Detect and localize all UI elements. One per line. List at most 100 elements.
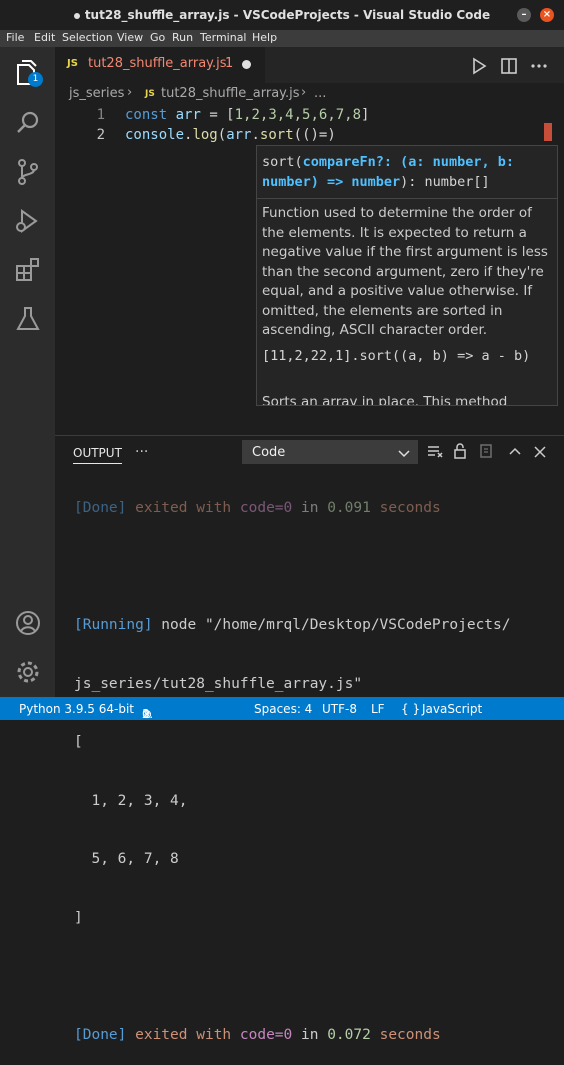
source-control-button[interactable]: [12, 156, 44, 188]
chevron-down-icon: [398, 450, 410, 458]
encoding[interactable]: UTF-8: [322, 702, 357, 716]
search-button[interactable]: [12, 107, 44, 139]
log-token: [Done]: [74, 1026, 127, 1043]
menu-view[interactable]: View: [117, 31, 143, 44]
title-bar: tut28_shuffle_array.js - VSCodeProjects …: [0, 0, 564, 30]
signature-name: sort(: [262, 154, 303, 170]
language-mode[interactable]: JavaScript: [422, 702, 482, 716]
more-actions-icon[interactable]: [529, 56, 549, 76]
code-token: 1,2,3,4,5,6,7,8: [234, 107, 362, 123]
log-line: 1, 2, 3, 4,: [74, 792, 188, 809]
log-token: 0.072: [327, 1026, 371, 1043]
run-file-icon[interactable]: [469, 56, 489, 76]
run-debug-button[interactable]: [12, 205, 44, 237]
python-interpreter[interactable]: Python 3.9.5 64-bit: [19, 702, 134, 716]
account-icon: [16, 611, 40, 635]
code-token: log: [192, 127, 218, 143]
code-token: const: [125, 107, 168, 123]
code-token: (: [217, 127, 227, 143]
line-number: 1: [96, 107, 105, 123]
menu-file[interactable]: File: [6, 31, 24, 44]
braces-icon: { }: [401, 702, 421, 716]
log-token: seconds: [370, 1026, 441, 1043]
line-number: 2: [96, 127, 105, 143]
code-token: ]: [361, 107, 370, 123]
tab-label: tut28_shuffle_array.js: [88, 56, 227, 71]
accounts-button[interactable]: [12, 607, 44, 639]
chevron-right-icon: ›: [301, 85, 307, 100]
warning-count: 0: [142, 707, 150, 721]
explorer-button[interactable]: 1: [12, 58, 44, 90]
breadcrumb-more[interactable]: ...: [314, 86, 326, 101]
log-line-running: [Running] node "/home/mrql/Desktop/VSCod…: [74, 616, 554, 636]
panel-more-icon[interactable]: ···: [135, 444, 148, 460]
breadcrumb-file[interactable]: tut28_shuffle_array.js: [161, 86, 300, 101]
close-panel-icon[interactable]: [532, 444, 548, 460]
output-channel-select[interactable]: Code: [242, 440, 418, 464]
window-title-text: tut28_shuffle_array.js - VSCodeProjects …: [84, 8, 491, 22]
log-token: exited with: [126, 500, 240, 516]
breadcrumb-folder[interactable]: js_series: [69, 86, 124, 101]
menu-run[interactable]: Run: [172, 31, 193, 44]
menu-terminal[interactable]: Terminal: [200, 31, 247, 44]
extensions-icon: [16, 258, 39, 281]
log-line: ]: [74, 909, 83, 926]
open-in-editor-icon[interactable]: [478, 443, 494, 459]
log-line-running-path: js_series/tut28_shuffle_array.js": [74, 675, 554, 695]
code-token: = [: [200, 107, 235, 123]
log-line: [: [74, 734, 83, 750]
tab-tut28-shuffle-array[interactable]: JS tut28_shuffle_array.js 1: [55, 47, 265, 83]
search-icon: [17, 111, 39, 133]
testing-icon: [16, 307, 40, 330]
js-file-icon: JS: [145, 89, 155, 99]
testing-button[interactable]: [12, 303, 44, 335]
divider: [257, 198, 557, 199]
manage-button[interactable]: [12, 656, 44, 688]
log-line-done: [Done] exited with code=0 in 0.072 secon…: [74, 1026, 554, 1046]
activity-bar: 1: [0, 47, 55, 697]
close-window-button[interactable]: ×: [540, 8, 554, 22]
code-token: sort: [259, 127, 294, 143]
log-token: [Done]: [74, 500, 127, 516]
doc-description: Function used to determine the order of …: [262, 205, 548, 338]
log-token: in: [292, 500, 328, 516]
log-token: 0.091: [327, 500, 371, 516]
window-title: tut28_shuffle_array.js - VSCodeProjects …: [0, 8, 564, 22]
output-log: [Done] exited with code=0 in 0.091 secon…: [74, 462, 554, 1065]
log-token: code=0: [239, 500, 293, 516]
menu-edit[interactable]: Edit: [34, 31, 55, 44]
log-token: [Running]: [74, 617, 153, 633]
menu-help[interactable]: Help: [252, 31, 277, 44]
log-line-prev-done: [Done] exited with code=0 in 0.091 secon…: [74, 499, 554, 519]
indentation[interactable]: Spaces: 4: [254, 702, 312, 716]
source-control-icon: [18, 159, 38, 185]
log-token: code=0: [239, 1026, 293, 1043]
log-token: in: [292, 1026, 328, 1043]
settings-gear-icon: [17, 661, 39, 683]
code-token: .: [251, 127, 260, 143]
method-signature: sort(compareFn?: (a: number, b: number) …: [262, 152, 552, 192]
js-file-icon: JS: [67, 58, 78, 69]
menu-bar: File Edit Selection View Go Run Terminal…: [0, 30, 564, 47]
split-editor-icon[interactable]: [499, 56, 519, 76]
code-line-1: const arr = [1,2,3,4,5,6,7,8]: [125, 107, 369, 123]
extensions-button[interactable]: [12, 254, 44, 286]
editor-actions: [469, 56, 559, 76]
tab-problem-count: 1: [225, 56, 234, 71]
status-bar: Python 3.9.5 64-bit ⊗ 1 ⚠ 0 Spaces: 4 UT…: [0, 697, 564, 721]
menu-selection[interactable]: Selection: [62, 31, 113, 44]
code-token: (()=): [293, 127, 336, 143]
run-debug-icon: [16, 209, 38, 233]
maximize-panel-icon[interactable]: [507, 444, 523, 460]
output-channel-value: Code: [252, 445, 286, 460]
unsaved-dot: [73, 12, 80, 19]
doc-more: Sorts an array in place. This method: [262, 394, 508, 406]
lock-scroll-icon[interactable]: [452, 443, 468, 459]
minimize-button[interactable]: –: [517, 8, 531, 22]
clear-output-icon[interactable]: [427, 444, 443, 460]
menu-go[interactable]: Go: [150, 31, 165, 44]
log-token: node "/home/mrql/Desktop/VSCodeProjects/: [152, 617, 511, 633]
end-of-line[interactable]: LF: [371, 702, 385, 716]
hover-tooltip: sort(compareFn?: (a: number, b: number) …: [256, 145, 558, 406]
unsaved-indicator[interactable]: [242, 60, 251, 69]
